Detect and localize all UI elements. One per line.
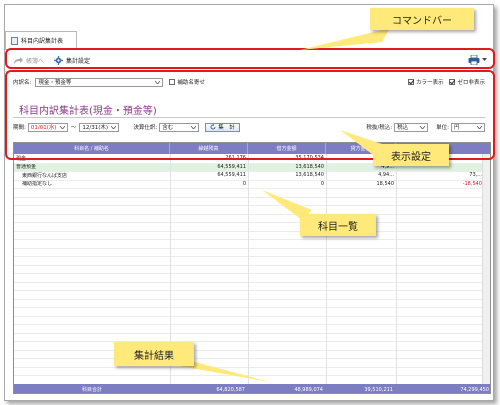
row-divider bbox=[14, 188, 484, 189]
row-carry: 0 bbox=[242, 180, 246, 187]
row-balance: -18,540 bbox=[462, 180, 482, 187]
row-credit: 4,94... bbox=[378, 172, 394, 179]
footer-credit: 39,510,211 bbox=[364, 386, 393, 393]
row-divider bbox=[14, 205, 484, 206]
row-divider bbox=[14, 324, 484, 325]
footer-balance: 74,299,450 bbox=[460, 386, 489, 393]
column-divider bbox=[396, 154, 397, 384]
callout-command-bar: コマンドバー bbox=[370, 8, 474, 30]
command-bar-highlight bbox=[5, 48, 495, 69]
row-divider bbox=[14, 256, 484, 257]
callout-item-list: 科目一覧 bbox=[300, 214, 376, 236]
row-name: 補助指定なし bbox=[22, 181, 53, 188]
callout-pointer bbox=[300, 28, 390, 50]
row-name: 普通預金 bbox=[16, 164, 37, 171]
row-debit: 13,618,540 bbox=[295, 163, 324, 170]
row-divider bbox=[14, 179, 484, 181]
row-divider bbox=[14, 281, 484, 283]
row-divider bbox=[14, 171, 484, 172]
row-divider bbox=[14, 213, 484, 215]
callout-display-settings: 表示設定 bbox=[373, 144, 449, 166]
row-divider bbox=[14, 239, 484, 240]
callout-totals: 集計結果 bbox=[114, 342, 194, 366]
document-icon bbox=[11, 36, 18, 45]
tab-report[interactable]: 科目内訳集計表 bbox=[5, 31, 77, 49]
row-balance: 73,... bbox=[469, 172, 482, 179]
row-divider bbox=[14, 222, 484, 223]
row-divider bbox=[14, 332, 484, 334]
row-debit: 13,618,540 bbox=[295, 172, 324, 179]
row-carry: 64,559,411 bbox=[217, 172, 246, 179]
row-divider bbox=[14, 315, 484, 317]
row-divider bbox=[14, 196, 484, 198]
row-carry: 64,559,411 bbox=[217, 163, 246, 170]
table-row[interactable]: 補助指定なし 0 0 18,540 -18,540 bbox=[14, 180, 484, 189]
row-divider bbox=[14, 290, 484, 291]
footer-label: 科目合計 bbox=[81, 387, 102, 393]
row-divider bbox=[14, 247, 484, 249]
row-divider bbox=[14, 273, 484, 274]
footer-debit: 48,989,074 bbox=[294, 386, 323, 393]
vertical-scrollbar[interactable] bbox=[482, 154, 490, 384]
row-name: 東西銀行なんば支店 bbox=[22, 172, 68, 179]
row-credit: 18,540 bbox=[376, 180, 395, 187]
row-divider bbox=[14, 341, 484, 342]
row-debit: 0 bbox=[320, 180, 324, 187]
row-divider bbox=[14, 230, 484, 232]
grid-footer-totals: 科目合計 64,820,587 48,989,074 39,510,211 74… bbox=[14, 384, 490, 393]
column-divider bbox=[326, 154, 327, 384]
tab-label: 科目内訳集計表 bbox=[21, 38, 64, 45]
row-divider bbox=[14, 298, 484, 300]
row-divider bbox=[14, 307, 484, 308]
row-divider bbox=[14, 264, 484, 266]
table-row[interactable]: 東西銀行なんば支店 64,559,411 13,618,540 4,94... … bbox=[14, 171, 484, 180]
footer-carry: 64,820,587 bbox=[216, 386, 245, 393]
